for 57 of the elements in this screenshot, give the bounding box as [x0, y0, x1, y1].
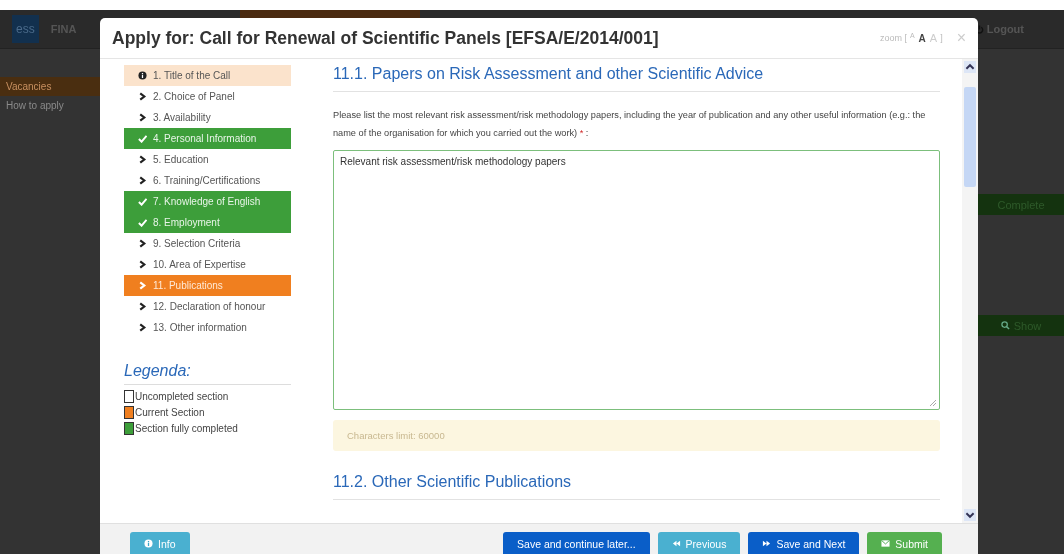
- answer-field[interactable]: Relevant risk assessment/risk methodology papers: [333, 150, 940, 410]
- side-link[interactable]: Vacancies: [0, 77, 100, 96]
- save-next-button[interactable]: Save and Next: [748, 531, 860, 554]
- scrollbar-thumb[interactable]: [964, 87, 976, 187]
- step-item[interactable]: 3. Availability: [124, 107, 291, 128]
- section-heading: 11.2. Other Scientific Publications: [333, 473, 940, 500]
- chevron-icon: [138, 239, 147, 248]
- step-item[interactable]: 9. Selection Criteria: [124, 233, 291, 254]
- logo[interactable]: ess: [12, 15, 39, 43]
- chevron-icon: [138, 92, 147, 101]
- chevron-icon: [138, 176, 147, 185]
- chevron-icon: [138, 113, 147, 122]
- info-icon: [138, 71, 147, 80]
- fast-forward-icon: [762, 539, 772, 548]
- info-button[interactable]: Info: [130, 531, 190, 554]
- step-item[interactable]: 5. Education: [124, 149, 291, 170]
- section-heading: 11.1. Papers on Risk Assessment and other Scientific Advice: [333, 65, 940, 92]
- question-text: Please list the most relevant risk assessment/risk methodology papers, including the year of publication and any other useful information (e.g.: the name of the organisation for which you carried out the work) * :: [333, 109, 927, 140]
- submit-button[interactable]: Submit: [867, 531, 942, 554]
- scroll-up-icon[interactable]: [964, 61, 976, 73]
- legend-label: Section fully completed: [135, 422, 238, 434]
- chevron-icon: [138, 155, 147, 164]
- chevron-icon: [138, 260, 147, 269]
- scroll-down-icon[interactable]: [964, 509, 976, 521]
- step-item[interactable]: 1. Title of the Call: [124, 65, 291, 86]
- rewind-icon: [671, 539, 681, 548]
- zoom-bracket: ]: [940, 33, 943, 43]
- step-item[interactable]: 10. Area of Expertise: [124, 254, 291, 275]
- check-icon: [138, 134, 147, 143]
- dialog-title: Apply for: Call for Renewal of Scientific Panels [EFSA/E/2014/001]: [112, 27, 660, 49]
- check-icon: [138, 197, 147, 206]
- chevron-icon: [138, 323, 147, 332]
- legend-title: Legenda:: [124, 362, 291, 385]
- chevron-icon: [138, 302, 147, 311]
- legend-label: Current Section: [135, 406, 205, 418]
- save-later-button[interactable]: Save and continue later...: [503, 531, 650, 554]
- previous-button[interactable]: Previous: [657, 531, 741, 554]
- zoom-label: zoom [: [879, 33, 907, 43]
- info-icon: [144, 539, 153, 548]
- scrollbar[interactable]: [962, 59, 978, 523]
- step-item[interactable]: 8. Employment: [124, 212, 291, 233]
- font-size-button[interactable]: A: [917, 32, 927, 44]
- step-item[interactable]: 6. Training/Certifications: [124, 170, 291, 191]
- side-link[interactable]: How to apply: [0, 96, 100, 115]
- step-item[interactable]: 11. Publications: [124, 275, 291, 296]
- search-icon: [1000, 321, 1010, 330]
- envelope-icon: [881, 539, 891, 548]
- step-item[interactable]: 13. Other information: [124, 317, 291, 338]
- step-item[interactable]: 7. Knowledge of English: [124, 191, 291, 212]
- check-icon: [138, 218, 147, 227]
- step-item[interactable]: 2. Choice of Panel: [124, 86, 291, 107]
- legend-label: Uncompleted section: [135, 390, 229, 402]
- character-limit-note: Characters limit: 60000: [333, 420, 940, 451]
- resize-grip-icon: [929, 399, 937, 407]
- step-item[interactable]: 12. Declaration of honour: [124, 296, 291, 317]
- chevron-icon: [138, 281, 147, 290]
- step-item[interactable]: 4. Personal Information: [124, 128, 291, 149]
